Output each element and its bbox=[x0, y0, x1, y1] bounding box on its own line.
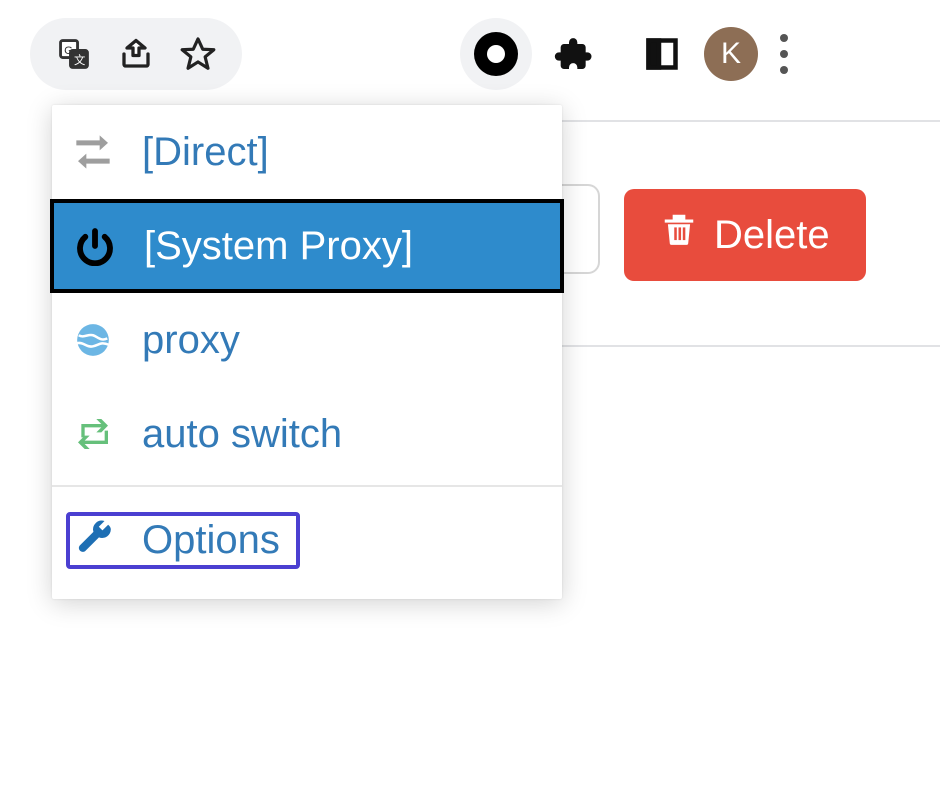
direct-icon bbox=[72, 135, 114, 169]
menu-item-label: proxy bbox=[142, 318, 240, 363]
delete-label: Delete bbox=[714, 213, 830, 258]
wrench-icon bbox=[76, 519, 114, 562]
proxy-switcher-popup: [Direct] [System Proxy] proxy au bbox=[52, 105, 562, 599]
kebab-menu-icon[interactable] bbox=[772, 26, 796, 82]
menu-item-auto-switch[interactable]: auto switch bbox=[52, 387, 562, 481]
address-bar-actions: G 文 bbox=[30, 18, 242, 90]
menu-item-options[interactable]: Options bbox=[52, 493, 562, 587]
switchyomega-icon[interactable] bbox=[460, 18, 532, 90]
menu-item-label: [Direct] bbox=[142, 130, 269, 175]
divider bbox=[560, 345, 940, 347]
retweet-icon bbox=[72, 417, 114, 451]
globe-icon bbox=[72, 321, 114, 359]
menu-item-label: auto switch bbox=[142, 412, 342, 457]
svg-text:文: 文 bbox=[74, 53, 85, 67]
options-label: Options bbox=[142, 518, 280, 563]
menu-item-label: [System Proxy] bbox=[144, 224, 413, 269]
extensions-icon[interactable] bbox=[546, 18, 602, 90]
menu-item-system-proxy[interactable]: [System Proxy] bbox=[50, 199, 564, 293]
separator bbox=[52, 485, 562, 487]
sidepanel-icon[interactable] bbox=[634, 26, 690, 82]
trash-icon bbox=[660, 212, 698, 258]
menu-item-direct[interactable]: [Direct] bbox=[52, 105, 562, 199]
share-icon[interactable] bbox=[112, 30, 160, 78]
translate-icon[interactable]: G 文 bbox=[50, 30, 98, 78]
divider bbox=[560, 120, 940, 122]
avatar-initial: K bbox=[721, 37, 741, 71]
star-icon[interactable] bbox=[174, 30, 222, 78]
power-icon bbox=[74, 226, 116, 266]
delete-button[interactable]: Delete bbox=[624, 189, 866, 281]
input-fragment[interactable] bbox=[560, 184, 600, 274]
browser-toolbar-right: K bbox=[460, 18, 796, 90]
profile-avatar[interactable]: K bbox=[704, 27, 758, 81]
menu-item-proxy[interactable]: proxy bbox=[52, 293, 562, 387]
svg-text:G: G bbox=[64, 45, 73, 57]
